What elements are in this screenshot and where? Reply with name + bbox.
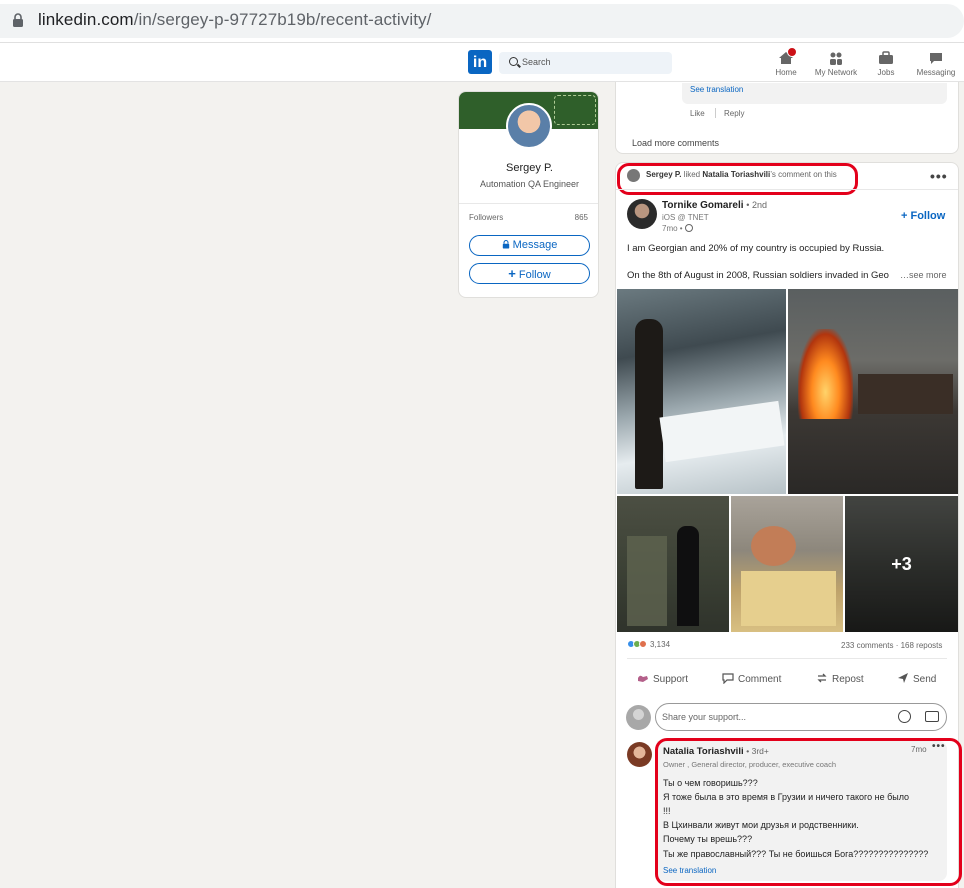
support-label: Support: [653, 674, 689, 685]
see-translation-link[interactable]: See translation: [690, 85, 743, 94]
divider: [627, 658, 947, 659]
comments-reposts-count[interactable]: 233 comments · 168 reposts: [841, 641, 942, 650]
post-text-line: I am Georgian and 20% of my country is o…: [627, 243, 885, 254]
author-name-text: Tornike Gomareli: [662, 200, 744, 211]
load-more-comments[interactable]: Load more comments: [632, 138, 719, 148]
image-bed: [659, 400, 785, 463]
current-user-avatar: [626, 705, 651, 730]
search-icon: [509, 57, 518, 66]
more-options-icon[interactable]: •••: [930, 168, 948, 184]
author-name[interactable]: Tornike Gomareli • 2nd: [662, 200, 767, 211]
image-soldier: [627, 536, 667, 626]
comment-label: Comment: [738, 674, 782, 685]
send-icon: [898, 673, 908, 683]
nav-messaging-label: Messaging: [916, 68, 956, 77]
image-fire: [798, 329, 853, 419]
comment-placeholder: Share your support...: [662, 712, 747, 722]
highlight-annotation: [617, 163, 858, 195]
image-priest: [677, 526, 699, 626]
more-images-overlay[interactable]: +3: [845, 496, 958, 632]
send-button[interactable]: Send: [897, 672, 936, 685]
like-button[interactable]: Like: [690, 109, 705, 118]
image-blanket: [741, 571, 836, 626]
post-image-hospital[interactable]: [617, 289, 786, 494]
nav-jobs-label: Jobs: [877, 68, 895, 77]
repost-button[interactable]: Repost: [816, 672, 864, 685]
divider: [459, 203, 598, 204]
linkedin-logo[interactable]: in: [468, 50, 492, 74]
comment-button[interactable]: Comment: [722, 672, 781, 685]
commenter-avatar[interactable]: [627, 742, 652, 767]
love-reaction-icon: [639, 640, 647, 648]
author-avatar[interactable]: [627, 199, 657, 229]
repost-icon: [817, 673, 827, 683]
nav-home-label: Home: [775, 68, 797, 77]
lock-icon: [13, 13, 23, 27]
followers-count: 865: [574, 213, 588, 222]
reactions-summary[interactable]: 3,134: [627, 640, 670, 649]
post-image-soldiers[interactable]: [617, 496, 729, 632]
follow-author-button[interactable]: + Follow: [901, 210, 945, 222]
emoji-icon[interactable]: [898, 710, 911, 723]
image-building: [858, 374, 953, 414]
nav-messaging[interactable]: Messaging: [906, 48, 964, 77]
url-host: linkedin.com: [38, 10, 134, 29]
follow-button-label: Follow: [518, 269, 551, 281]
post-text-line: On the 8th of August in 2008, Russian so…: [627, 270, 889, 281]
cover-decoration: [554, 95, 596, 125]
reactions-count: 3,134: [650, 640, 671, 649]
post-time-text: 7mo •: [662, 224, 683, 233]
follow-button[interactable]: + Follow: [469, 263, 590, 284]
support-icon: [638, 675, 648, 682]
support-button[interactable]: Support: [637, 672, 688, 685]
post-image-fire[interactable]: [788, 289, 958, 494]
network-icon: [830, 52, 842, 65]
url-text[interactable]: linkedin.com/in/sergey-p-97727b19b/recen…: [38, 10, 431, 30]
post-time: 7mo •: [662, 224, 693, 233]
post-image-crying-man[interactable]: [731, 496, 843, 632]
send-label: Send: [913, 674, 937, 685]
url-path: /in/sergey-p-97727b19b/recent-activity/: [133, 10, 432, 29]
image-upload-icon[interactable]: [925, 711, 939, 722]
message-button[interactable]: Message: [469, 235, 590, 256]
notification-badge: [787, 47, 797, 57]
repost-label: Repost: [832, 674, 864, 685]
message-button-label: Message: [512, 239, 558, 251]
globe-icon: [684, 224, 693, 232]
divider: [616, 189, 958, 190]
comment-icon: [722, 673, 734, 684]
lock-icon: [502, 239, 509, 249]
plus-icon: +: [508, 266, 516, 281]
followers-label: Followers: [469, 213, 504, 222]
image-figure: [635, 319, 663, 489]
see-more-link[interactable]: …see more: [900, 270, 947, 280]
nav-my-network-label: My Network: [814, 68, 858, 77]
messaging-icon: [930, 53, 942, 64]
highlight-annotation: [655, 738, 962, 886]
avatar[interactable]: [506, 103, 552, 149]
divider: [715, 108, 716, 118]
profile-name[interactable]: Sergey P.: [459, 162, 598, 174]
author-degree: • 2nd: [746, 200, 767, 210]
image-face: [751, 526, 796, 566]
author-headline: iOS @ TNET: [662, 213, 709, 222]
profile-card: Sergey P. Automation QA Engineer Followe…: [458, 91, 599, 298]
profile-headline: Automation QA Engineer: [479, 179, 580, 189]
reply-button[interactable]: Reply: [724, 109, 744, 118]
briefcase-icon: [879, 51, 893, 64]
search-placeholder: Search: [522, 57, 551, 67]
